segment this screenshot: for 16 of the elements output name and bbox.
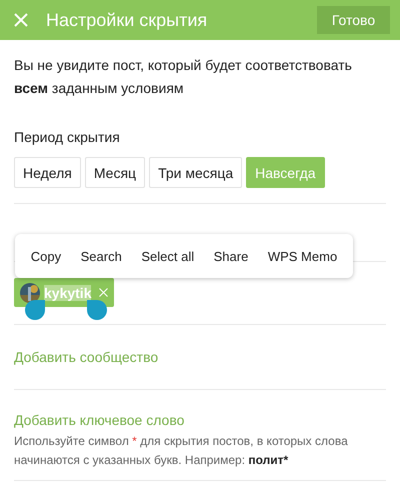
menu-item[interactable]: Select all: [139, 244, 196, 268]
window-title: Настройки скрытия: [46, 10, 208, 30]
description-text: Вы не увидите пост, который будет соответствовать всем заданным условиям: [14, 56, 353, 98]
hint-text: Используйте символ * для скрытия постов, в которых слова начинаются с указанных букв. Например: полит*: [14, 432, 349, 468]
section-label: Период скрытия: [14, 129, 121, 145]
period-option[interactable]: Три месяца: [149, 157, 242, 188]
period-option[interactable]: Неделя: [14, 157, 81, 188]
close-icon[interactable]: [14, 13, 28, 27]
remove-icon[interactable]: [99, 288, 108, 297]
selection-handle[interactable]: [25, 300, 45, 320]
selection-handle[interactable]: [87, 300, 107, 320]
period-option[interactable]: Месяц: [84, 157, 146, 188]
menu-item[interactable]: Search: [78, 244, 124, 268]
menu-item[interactable]: WPS Memo: [266, 244, 340, 268]
menu-item[interactable]: Copy: [28, 244, 64, 268]
menu-item[interactable]: Share: [212, 244, 250, 268]
